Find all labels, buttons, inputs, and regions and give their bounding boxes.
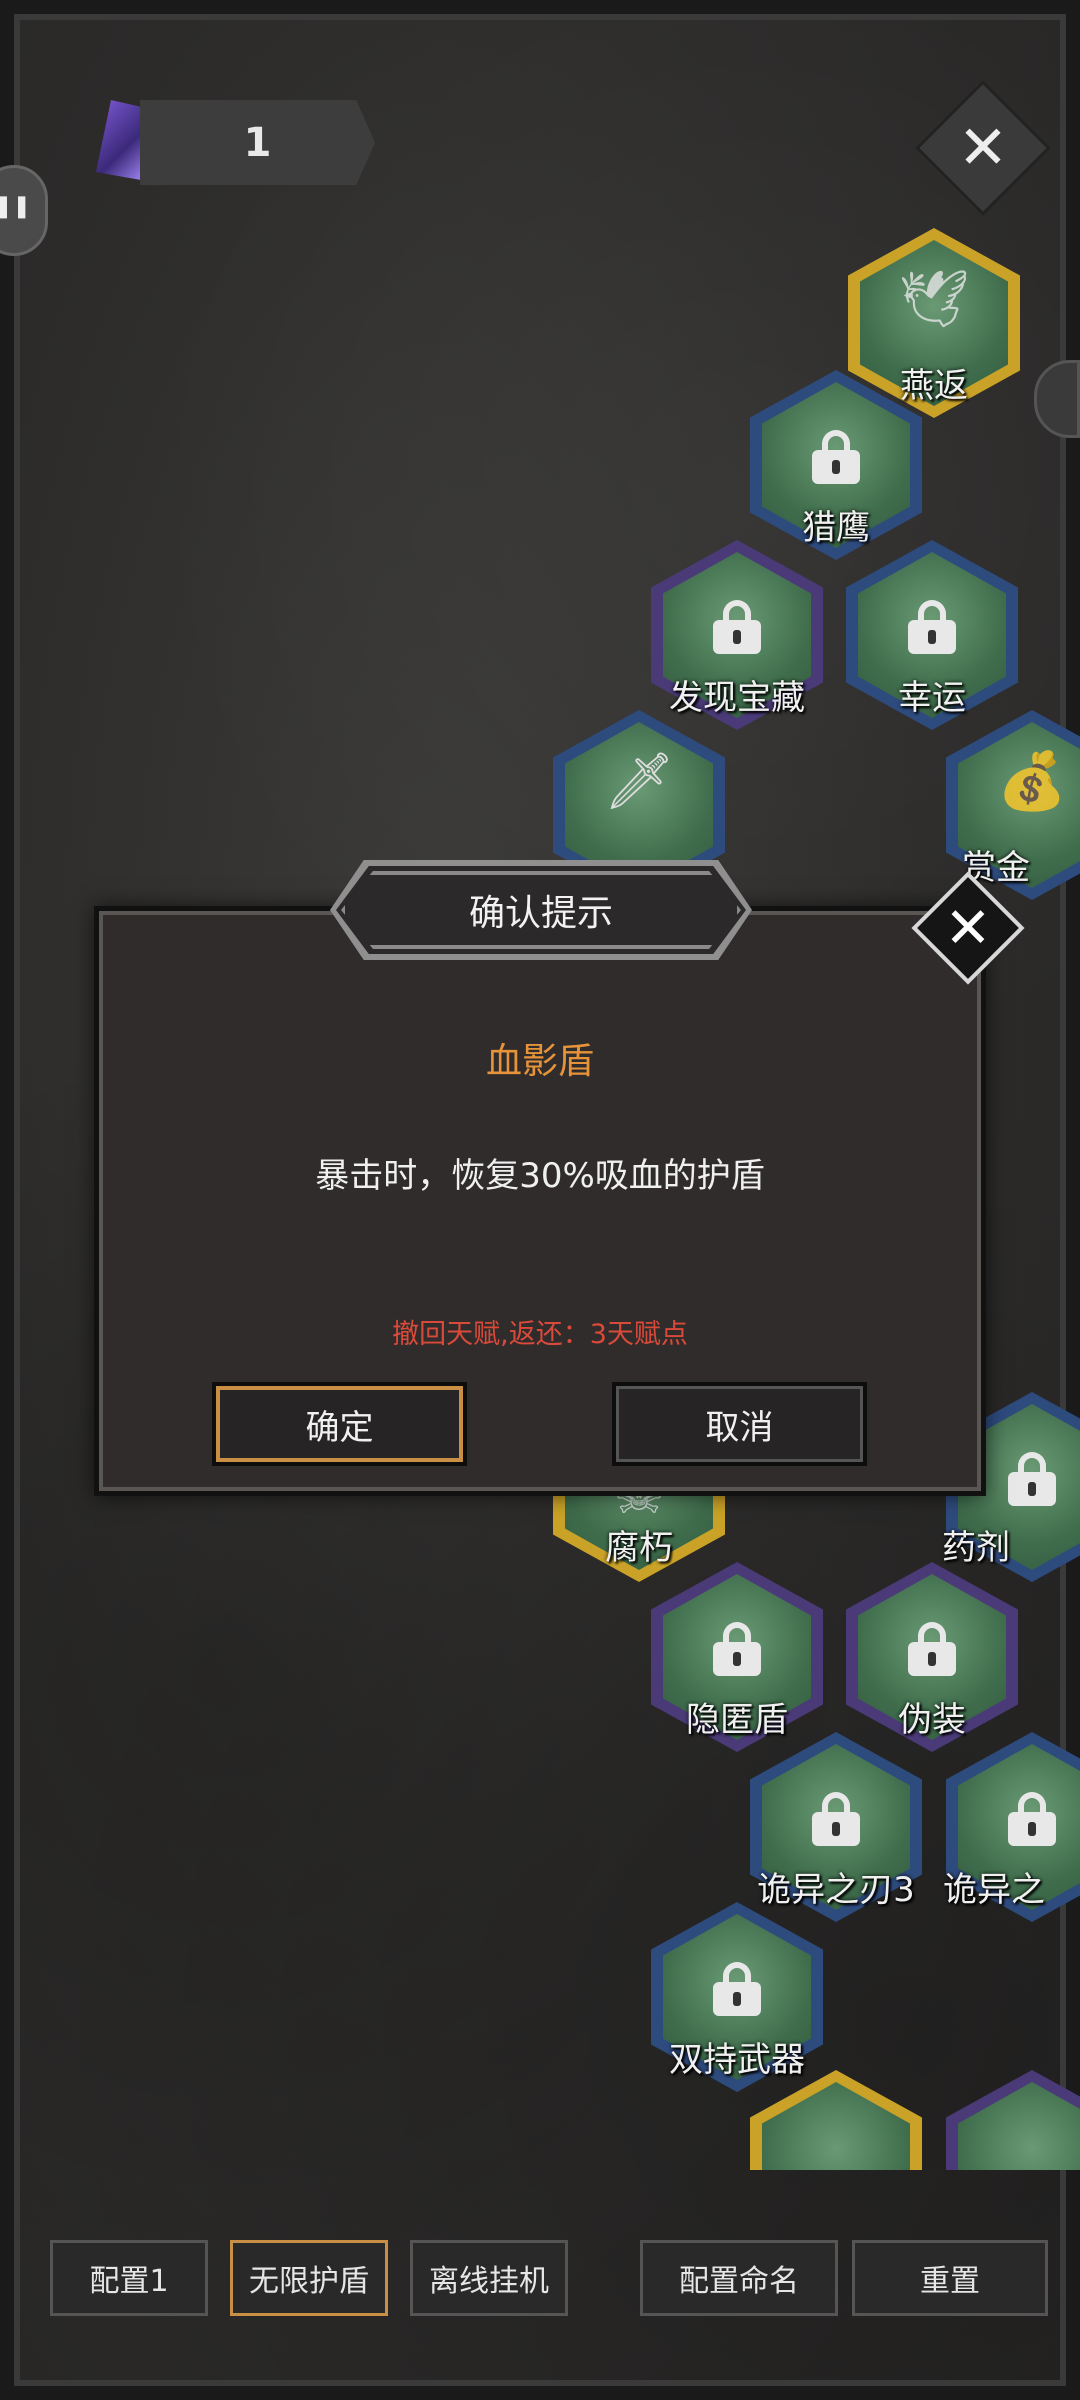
preset-button[interactable]: 无限护盾 — [230, 2240, 388, 2316]
talent-node-weird-blade[interactable]: 诡异之 — [943, 1732, 1080, 1922]
lock-icon — [713, 1622, 761, 1676]
talent-node-disguise[interactable]: 伪装 — [846, 1562, 1018, 1752]
talent-label: 赏金 — [962, 848, 1030, 888]
talent-node-falcon[interactable]: 猎鹰 — [750, 370, 922, 560]
side-pause-tab[interactable] — [0, 165, 48, 256]
bloody-knife-icon: 🗡 — [603, 749, 675, 814]
talent-label: 诡异之 — [943, 1870, 1045, 1910]
lock-icon — [812, 430, 860, 484]
talent-node-treasure[interactable]: 发现宝藏 — [651, 540, 823, 730]
refund-note: 撤回天赋,返还：3天赋点 — [392, 1319, 688, 1350]
talent-node-dual-wield[interactable]: 双持武器 — [651, 1902, 823, 2092]
lock-icon — [1008, 1452, 1056, 1506]
confirm-button[interactable]: 确定 — [212, 1382, 467, 1466]
swallow-icon: 🕊 — [898, 267, 970, 332]
lock-icon — [812, 1792, 860, 1846]
lock-icon — [713, 600, 761, 654]
lock-icon — [713, 1962, 761, 2016]
gem-counter: 1 — [140, 100, 375, 185]
offline-idle-button[interactable]: 离线挂机 — [410, 2240, 568, 2316]
lock-icon — [908, 600, 956, 654]
close-icon: ✕ — [944, 895, 992, 961]
talent-node-partial[interactable] — [750, 2070, 922, 2170]
talent-node-luck[interactable]: 幸运 — [846, 540, 1018, 730]
config-select-button[interactable]: 配置1 — [50, 2240, 208, 2316]
dialog-title: 确认提示 — [468, 893, 613, 934]
cancel-button[interactable]: 取消 — [612, 1382, 867, 1466]
talent-description: 暴击时，恢复30%吸血的护盾 — [315, 1156, 765, 1196]
talent-node-weird-blade-3[interactable]: 诡异之刃3 — [750, 1732, 922, 1922]
talent-node-partial[interactable] — [946, 2070, 1080, 2170]
config-rename-button[interactable]: 配置命名 — [640, 2240, 838, 2316]
lock-icon — [1008, 1792, 1056, 1846]
talent-name: 血影盾 — [485, 1041, 594, 1082]
close-icon: ✕ — [957, 113, 1009, 183]
talent-node-hidden-shield[interactable]: 隐匿盾 — [651, 1562, 823, 1752]
reset-button[interactable]: 重置 — [852, 2240, 1048, 2316]
lock-icon — [908, 1622, 956, 1676]
money-bag-icon: 💰 — [997, 749, 1067, 814]
